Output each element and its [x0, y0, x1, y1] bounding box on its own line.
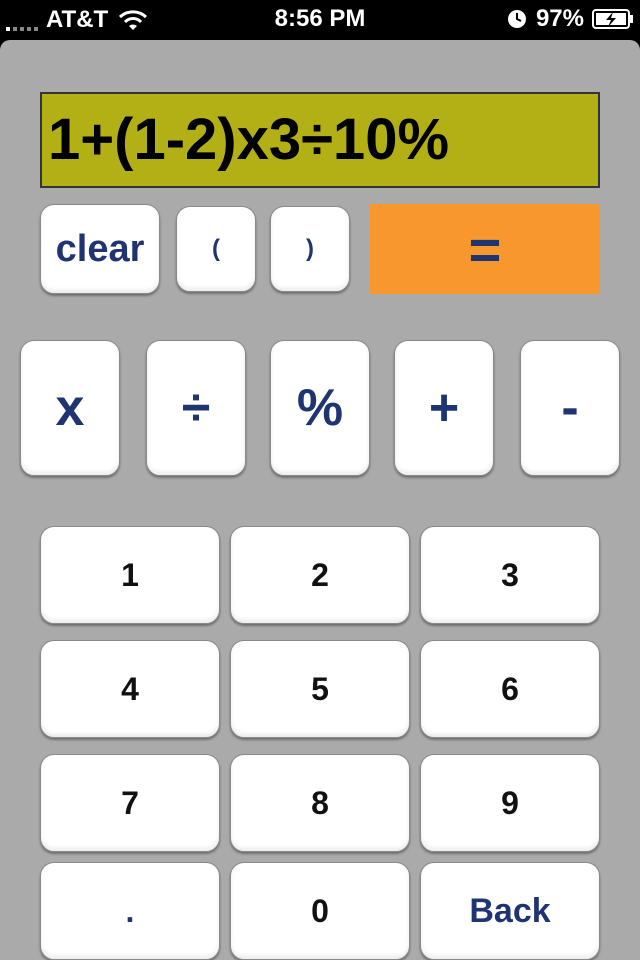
close-paren-button[interactable]: ): [270, 206, 350, 292]
expression-display: 1+(1-2)x3÷10%: [40, 92, 600, 188]
divide-button[interactable]: ÷: [146, 340, 246, 476]
key-2[interactable]: 2: [230, 526, 410, 624]
battery-charging-icon: [592, 9, 633, 29]
key-6[interactable]: 6: [420, 640, 600, 738]
key-8[interactable]: 8: [230, 754, 410, 852]
status-bar: AT&T 8:56 PM 97%: [0, 0, 640, 40]
percent-button[interactable]: %: [270, 340, 370, 476]
multiply-button[interactable]: x: [20, 340, 120, 476]
battery-percent: 97%: [535, 5, 584, 32]
key-4[interactable]: 4: [40, 640, 220, 738]
clock-icon: [507, 10, 526, 28]
decimal-point-button[interactable]: .: [40, 862, 220, 960]
key-0[interactable]: 0: [230, 862, 410, 960]
clear-button[interactable]: clear: [40, 204, 160, 294]
minus-button[interactable]: -: [520, 340, 620, 476]
open-paren-button[interactable]: (: [176, 206, 256, 292]
calculator-app: 1+(1-2)x3÷10% clear ( ) = x ÷ % + - 1 2 …: [0, 40, 640, 960]
equals-button[interactable]: =: [370, 204, 600, 294]
plus-button[interactable]: +: [394, 340, 494, 476]
key-5[interactable]: 5: [230, 640, 410, 738]
key-7[interactable]: 7: [40, 754, 220, 852]
key-9[interactable]: 9: [420, 754, 600, 852]
key-1[interactable]: 1: [40, 526, 220, 624]
key-3[interactable]: 3: [420, 526, 600, 624]
back-button[interactable]: Back: [420, 862, 600, 960]
